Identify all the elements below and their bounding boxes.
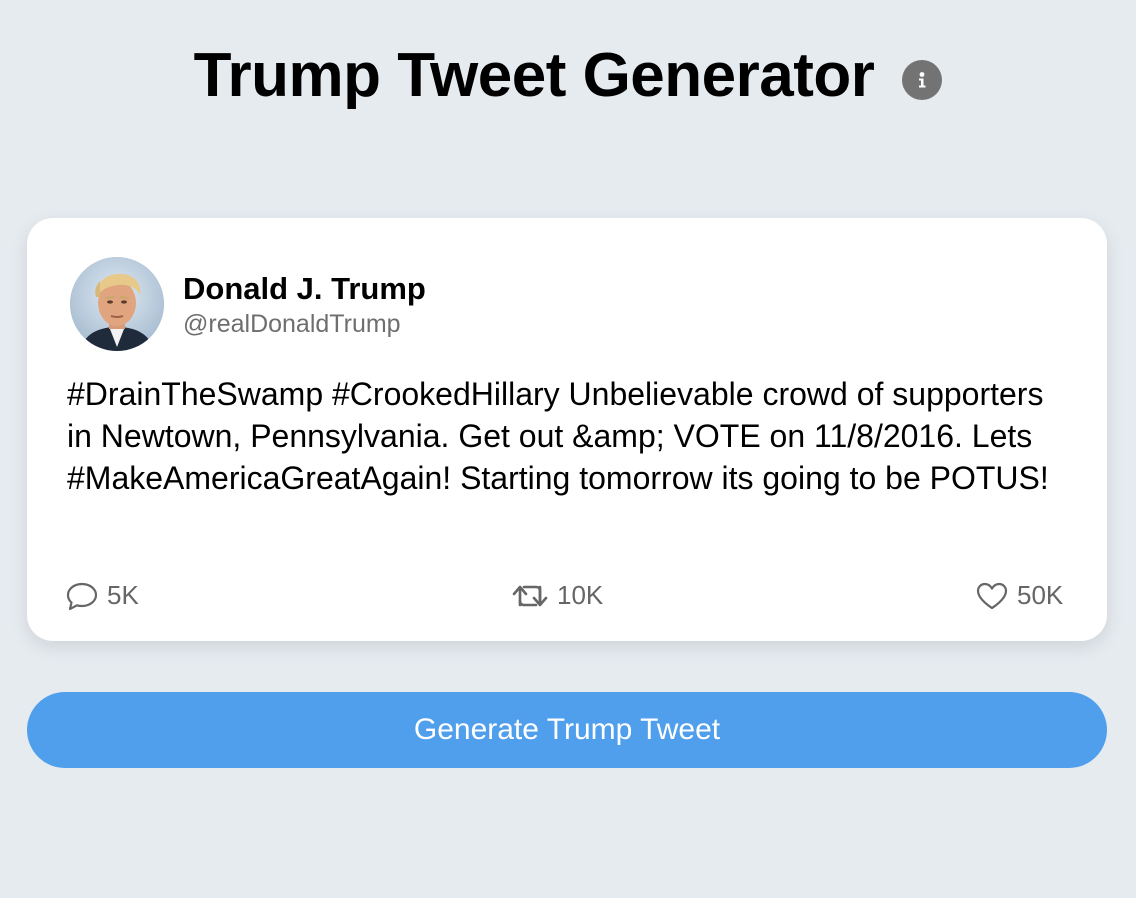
tweet-text: #DrainTheSwamp #CrookedHillary Unbelieva… xyxy=(67,376,1049,496)
tweet-card: Donald J. Trump @realDonaldTrump #DrainT… xyxy=(27,218,1107,641)
retweets-count: 10K xyxy=(557,580,604,610)
generate-tweet-button[interactable]: Generate Trump Tweet xyxy=(27,692,1107,768)
likes-stat[interactable]: 50K xyxy=(975,580,1063,611)
replies-count: 5K xyxy=(107,580,139,610)
heart-icon xyxy=(976,582,1008,609)
info-icon[interactable] xyxy=(902,60,943,100)
retweet-icon xyxy=(512,585,548,606)
replies-stat[interactable]: 5K xyxy=(65,580,139,611)
author-handle: @realDonaldTrump xyxy=(183,310,401,338)
retweets-stat[interactable]: 10K xyxy=(511,580,603,611)
avatar xyxy=(70,257,164,351)
portrait-avatar-image xyxy=(70,257,164,351)
page-title: Trump Tweet Generator xyxy=(193,41,875,110)
header: Trump Tweet Generator xyxy=(0,36,1136,116)
likes-count: 50K xyxy=(1017,580,1064,610)
author-name: Donald J. Trump xyxy=(183,271,426,306)
comment-icon xyxy=(66,582,98,610)
info-glyph xyxy=(919,72,926,88)
